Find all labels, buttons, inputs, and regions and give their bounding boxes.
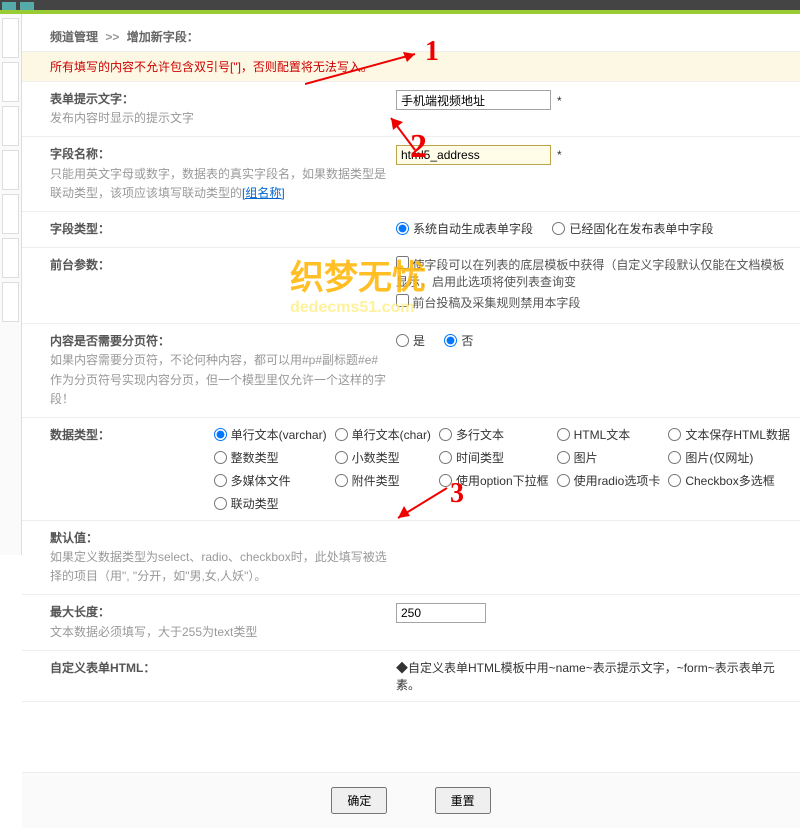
dtype-opt[interactable]: 单行文本(varchar): [214, 426, 327, 443]
ftype-opt2[interactable]: 已经固化在发布表单中字段: [552, 220, 713, 237]
customhtml-label: 自定义表单HTML：: [50, 659, 390, 678]
crumb-sep: >>: [105, 30, 119, 44]
fieldtype-label: 字段类型：: [50, 220, 390, 239]
paging-yes[interactable]: 是: [396, 332, 425, 349]
customhtml-desc: ◆自定义表单HTML模板中用~name~表示提示文字，~form~表示表单元素。: [390, 659, 790, 693]
side-stub: [2, 282, 19, 322]
dtype-radio[interactable]: [335, 428, 348, 441]
crumb-b: 增加新字段：: [127, 30, 199, 44]
prompt-desc: 发布内容时显示的提示文字: [50, 109, 390, 128]
dtype-radio[interactable]: [214, 451, 227, 464]
dtype-radio[interactable]: [335, 451, 348, 464]
dtype-opt[interactable]: 联动类型: [214, 495, 327, 512]
dtype-opt[interactable]: 附件类型: [335, 472, 431, 489]
dtype-opt[interactable]: 图片(仅网址): [668, 449, 790, 466]
dtype-radio[interactable]: [439, 428, 452, 441]
dtype-opt[interactable]: 时间类型: [439, 449, 549, 466]
fieldname-label: 字段名称：: [50, 145, 390, 164]
dtype-radio[interactable]: [668, 474, 681, 487]
ftype-radio1[interactable]: [396, 222, 409, 235]
dtype-opt[interactable]: 小数类型: [335, 449, 431, 466]
ftype-opt1[interactable]: 系统自动生成表单字段: [396, 220, 533, 237]
paging-desc: 如果内容需要分页符，不论何种内容，都可以用#p#副标题#e#作为分页符号实现内容…: [50, 351, 390, 409]
groupname-link[interactable]: [组名称]: [242, 186, 285, 200]
reset-button[interactable]: 重置: [435, 787, 491, 814]
dtype-opt[interactable]: 文本保存HTML数据: [668, 426, 790, 443]
breadcrumb: 频道管理 >> 增加新字段：: [22, 24, 800, 51]
side-stub: [2, 194, 19, 234]
dtype-radio[interactable]: [557, 474, 570, 487]
paging-no[interactable]: 否: [444, 332, 473, 349]
dtype-opt[interactable]: 多行文本: [439, 426, 549, 443]
dtype-opt[interactable]: 图片: [557, 449, 661, 466]
dtype-radio[interactable]: [439, 474, 452, 487]
dtype-opt[interactable]: 使用option下拉框: [439, 472, 549, 489]
crumb-a: 频道管理: [50, 30, 98, 44]
side-stub: [2, 62, 19, 102]
front-chk1[interactable]: 使字段可以在列表的底层模板中获得（自定义字段默认仅能在文档模板显示，启用此选项将…: [396, 256, 790, 290]
dtype-radio[interactable]: [557, 451, 570, 464]
dtype-radio[interactable]: [214, 497, 227, 510]
maxlen-input[interactable]: [396, 603, 486, 623]
front-label: 前台参数：: [50, 256, 390, 275]
dtype-radio[interactable]: [668, 451, 681, 464]
fieldname-input[interactable]: [396, 145, 551, 165]
dtype-radio[interactable]: [668, 428, 681, 441]
ok-button[interactable]: 确定: [331, 787, 387, 814]
front-chk2[interactable]: 前台投稿及采集规则禁用本字段: [396, 294, 790, 311]
dtype-opt[interactable]: 整数类型: [214, 449, 327, 466]
notice-text: 所有填写的内容不允许包含双引号["]，否则配置将无法写入。: [22, 51, 800, 82]
dtype-radio[interactable]: [335, 474, 348, 487]
ftype-radio2[interactable]: [552, 222, 565, 235]
dtype-radio[interactable]: [214, 474, 227, 487]
maxlen-label: 最大长度：: [50, 603, 390, 622]
dtype-opt[interactable]: 使用radio选项卡: [557, 472, 661, 489]
front-checkbox1[interactable]: [396, 256, 409, 269]
dtype-opt[interactable]: Checkbox多选框: [668, 472, 790, 489]
maxlen-desc: 文本数据必须填写，大于255为text类型: [50, 623, 390, 642]
dtype-opt[interactable]: HTML文本: [557, 426, 661, 443]
required-star: *: [557, 148, 562, 162]
fieldname-desc: 只能用英文字母或数字，数据表的真实字段名，如果数据类型是联动类型，该项应该填写联…: [50, 165, 390, 203]
dtype-radio[interactable]: [557, 428, 570, 441]
default-desc: 如果定义数据类型为select、radio、checkbox时，此处填写被选择的…: [50, 548, 390, 586]
side-stub: [2, 106, 19, 146]
paging-radio-yes[interactable]: [396, 334, 409, 347]
dtype-opt[interactable]: 单行文本(char): [335, 426, 431, 443]
dtype-radio[interactable]: [439, 451, 452, 464]
paging-label: 内容是否需要分页符：: [50, 332, 390, 351]
side-stub: [2, 238, 19, 278]
side-stub: [2, 150, 19, 190]
prompt-label: 表单提示文字：: [50, 90, 390, 109]
default-label: 默认值：: [50, 529, 390, 548]
dtype-label: 数据类型：: [50, 426, 208, 445]
paging-radio-no[interactable]: [444, 334, 457, 347]
required-star: *: [557, 94, 562, 108]
front-checkbox2[interactable]: [396, 294, 409, 307]
side-stub: [2, 18, 19, 58]
dtype-radio[interactable]: [214, 428, 227, 441]
prompt-input[interactable]: [396, 90, 551, 110]
dtype-opt[interactable]: 多媒体文件: [214, 472, 327, 489]
